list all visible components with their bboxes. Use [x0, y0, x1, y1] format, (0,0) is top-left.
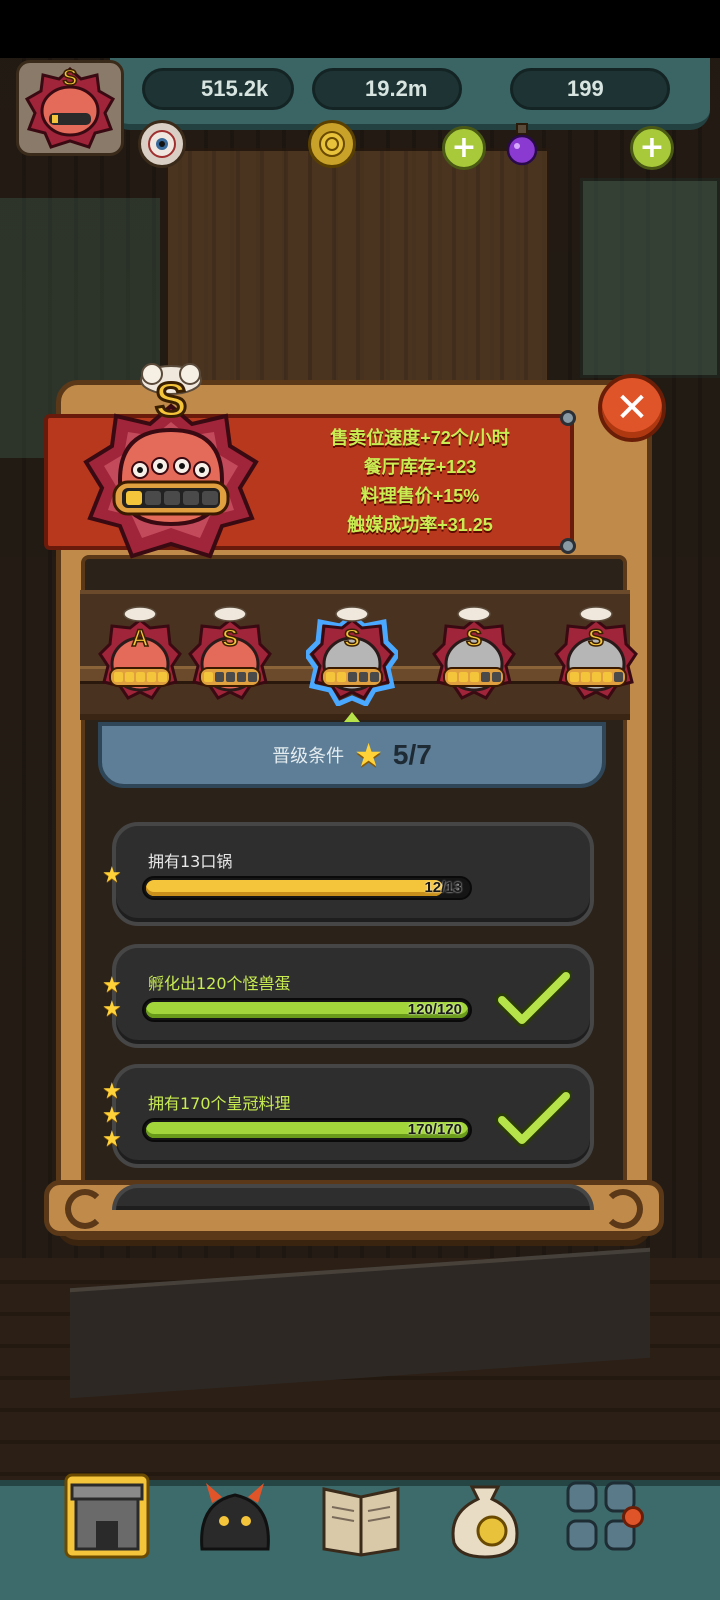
star-icon: ★ [102, 1103, 122, 1128]
requirement-progress-fill [146, 880, 443, 896]
rank-grade-label: S [588, 625, 604, 652]
rank-grade-label: S [344, 625, 360, 652]
add-potion-button[interactable]: + [630, 126, 674, 170]
rank-avatar-icon: S [24, 64, 116, 149]
requirement-progress-text: 12/13 [424, 879, 462, 896]
bonus-stats: 售卖位速度+72个/小时 餐厅库存+123 料理售价+15% 触媒成功率+31.… [300, 424, 540, 540]
requirement-progress-bar: 12/13 [142, 876, 472, 900]
rank-badge-3[interactable]: S [302, 606, 402, 708]
ornament-curl-left [65, 1189, 105, 1229]
svg-text:S: S [155, 374, 187, 427]
rank-avatar-button[interactable]: S [16, 60, 124, 156]
rank-grade-label: A [131, 625, 148, 652]
star-icon: ★ [354, 736, 383, 774]
checkmark-icon [496, 970, 572, 1027]
star-icon: ★ [102, 973, 122, 998]
monster-icon [200, 1483, 270, 1551]
current-rank-badge: S [80, 360, 262, 570]
star-icon: ★ [102, 997, 122, 1022]
notification-badge [622, 1506, 644, 1528]
requirement-card: ★ 拥有13口锅 12/13 [102, 822, 594, 926]
requirement-stars: ★ ★ ★ [102, 1080, 122, 1152]
star-icon: ★ [102, 1127, 122, 1152]
requirement-title: 拥有170个皇冠料理 [148, 1094, 291, 1113]
restaurant-icon [64, 1473, 150, 1559]
bonus-stall-speed: 售卖位速度+72个/小时 [330, 428, 510, 448]
requirement-stars: ★ [102, 864, 122, 888]
potion-count: 199 [567, 76, 604, 101]
rank-badge-2[interactable]: S [184, 606, 276, 706]
requirement-card: ★ ★ 孵化出120个怪兽蛋 120/120 [102, 944, 594, 1048]
eyeball-resource: 515.2k [142, 68, 294, 110]
rank-grade-label: S [222, 625, 238, 652]
checkmark-icon [496, 1090, 572, 1147]
rank-badge-4[interactable]: S [428, 606, 520, 706]
potion-resource: 199 [510, 68, 670, 110]
requirement-progress-text: 170/170 [407, 1121, 462, 1138]
requirement-title: 拥有13口锅 [148, 852, 233, 871]
requirement-progress-bar: 120/120 [142, 998, 472, 1022]
bonus-catalyst: 触媒成功率+31.25 [347, 515, 493, 535]
selected-indicator [344, 712, 360, 722]
requirement-progress-bar: 170/170 [142, 1118, 472, 1142]
nav-coin-bag[interactable] [440, 1466, 530, 1566]
resource-bar: S 515.2k 19.2m + 199 + [0, 58, 720, 170]
nav-restaurant[interactable] [62, 1466, 152, 1566]
close-button[interactable]: ✕ [598, 374, 666, 442]
coin-count: 19.2m [365, 76, 428, 101]
eyeball-icon [138, 120, 186, 168]
requirement-title: 孵化出120个怪兽蛋 [148, 974, 291, 993]
upgrade-conditions-header: 晋级条件 ★ 5/7 [98, 722, 606, 788]
upgrade-conditions-label: 晋级条件 [272, 746, 345, 767]
bonus-price: 料理售价+15% [360, 486, 480, 506]
recipe-book-icon [322, 1487, 400, 1557]
nav-monster[interactable] [190, 1466, 280, 1566]
requirement-progress-text: 120/120 [407, 1001, 462, 1018]
requirement-stars: ★ ★ [102, 974, 122, 1022]
bolt-icon [560, 410, 576, 426]
ornament-curl-right [603, 1189, 643, 1229]
star-icon: ★ [102, 863, 122, 888]
nav-recipe-book[interactable] [316, 1466, 406, 1566]
star-icon: ★ [102, 1079, 122, 1104]
background-building [580, 178, 720, 378]
rank-badge-5[interactable]: S [550, 606, 642, 706]
potion-icon [498, 120, 546, 168]
requirement-card-partial [112, 1184, 594, 1210]
rank-badge-1[interactable]: A [94, 606, 186, 706]
add-coin-button[interactable]: + [442, 126, 486, 170]
coin-resource: 19.2m [312, 68, 462, 110]
status-bar [0, 0, 720, 58]
requirement-card: ★ ★ ★ 拥有170个皇冠料理 170/170 [102, 1064, 594, 1168]
coin-bag-icon [451, 1485, 519, 1559]
svg-text:S: S [63, 65, 78, 90]
bolt-icon [560, 538, 576, 554]
upgrade-conditions-count: 5/7 [392, 739, 432, 770]
bonus-stock: 餐厅库存+123 [363, 457, 477, 477]
eyeball-count: 515.2k [201, 76, 269, 101]
rank-grade-label: S [466, 625, 482, 652]
coin-icon [308, 120, 356, 168]
close-icon: ✕ [615, 385, 649, 431]
